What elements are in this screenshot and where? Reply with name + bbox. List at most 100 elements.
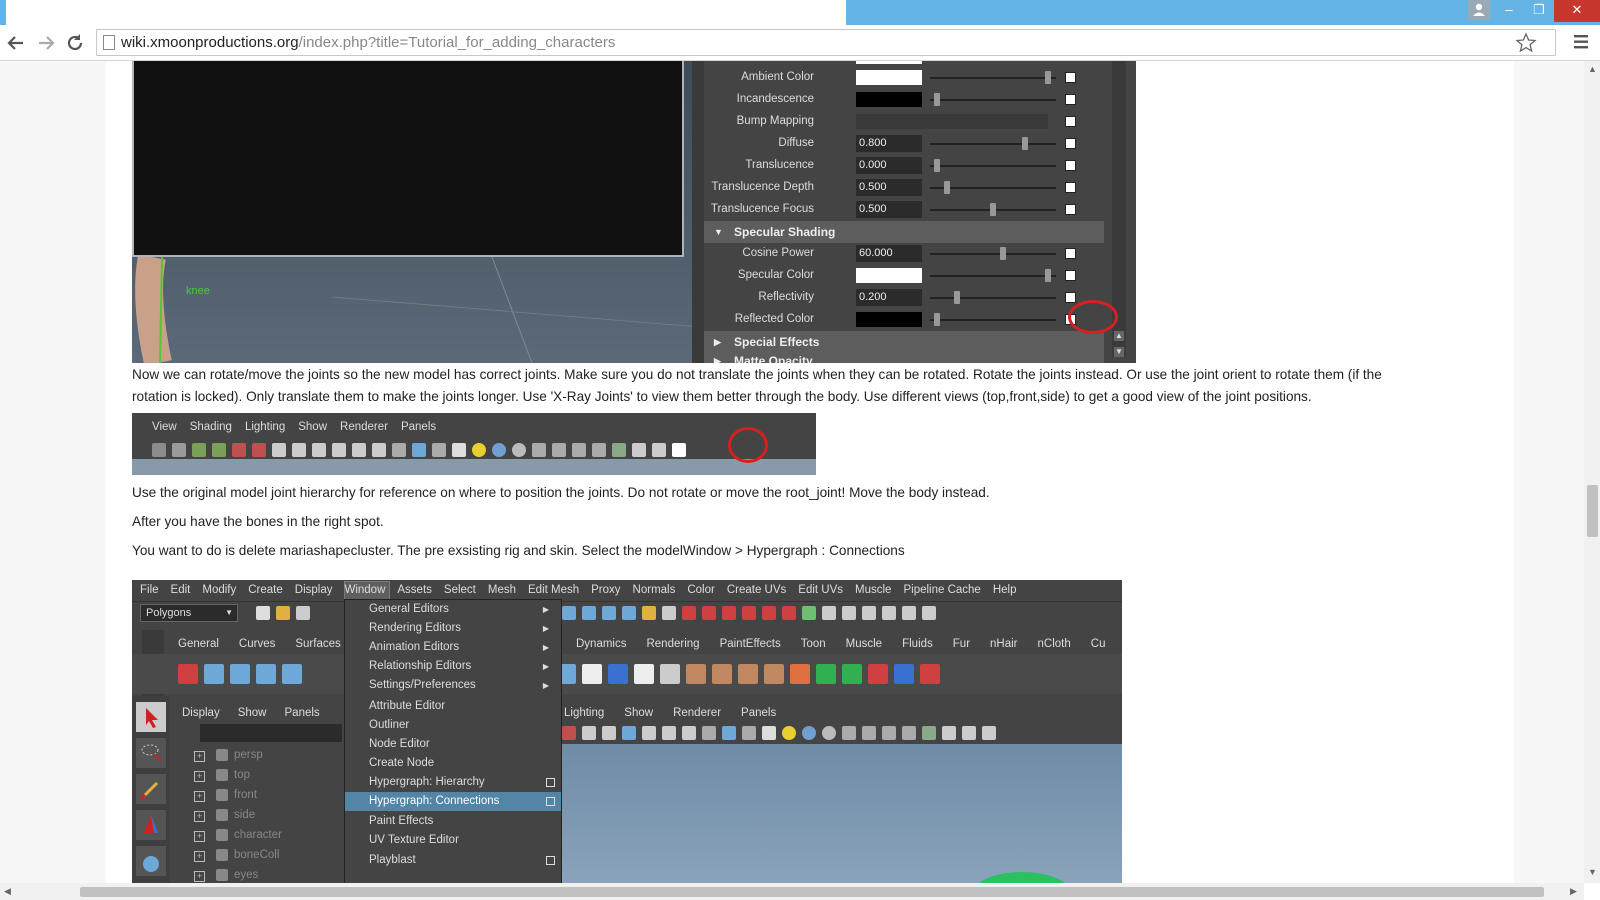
map-button-icon[interactable] <box>1065 116 1076 127</box>
gate-mask-icon[interactable] <box>962 725 976 740</box>
magnet-view-icon[interactable] <box>742 605 756 620</box>
menu-item[interactable]: Panels <box>741 707 776 719</box>
menu-item[interactable]: Show <box>624 707 653 719</box>
shaded-cube-icon[interactable] <box>412 442 426 457</box>
browser-tab[interactable] <box>6 0 846 25</box>
attribute-slider[interactable] <box>930 99 1056 101</box>
isolate-icon[interactable] <box>532 442 546 457</box>
snap-point-icon[interactable] <box>602 605 616 620</box>
attribute-value-field[interactable]: 0.800 <box>856 135 922 152</box>
render-icon[interactable] <box>862 605 876 620</box>
outliner-item[interactable]: + front <box>132 786 344 806</box>
option-box-icon[interactable] <box>546 797 555 806</box>
film-gate-icon[interactable] <box>252 442 266 457</box>
cube-icon[interactable] <box>702 725 716 740</box>
attribute-value-field[interactable]: 0.500 <box>856 201 922 218</box>
shaded-cube-icon[interactable] <box>722 725 736 740</box>
expand-icon[interactable]: + <box>194 831 205 842</box>
outliner-item[interactable]: + character <box>132 826 344 846</box>
color-swatch[interactable] <box>856 268 922 283</box>
paint-weights-icon[interactable] <box>764 664 784 684</box>
slider-handle[interactable] <box>999 247 1006 260</box>
window-menu-item[interactable]: Attribute Editor <box>345 697 561 716</box>
color-swatch[interactable] <box>856 312 922 327</box>
user-profile-icon[interactable] <box>1468 0 1490 20</box>
window-menu-item[interactable]: UV Texture Editor <box>345 831 561 850</box>
slider-handle[interactable] <box>1045 269 1052 282</box>
locator-icon[interactable] <box>842 664 862 684</box>
expand-icon[interactable]: + <box>194 791 205 802</box>
xray-active-icon[interactable] <box>882 725 896 740</box>
character-icon[interactable] <box>282 664 302 684</box>
mode-select[interactable]: Polygons ▼ <box>140 604 238 622</box>
map-button-icon[interactable] <box>1065 138 1076 149</box>
attribute-slider[interactable] <box>930 77 1056 79</box>
expand-icon[interactable]: + <box>194 871 205 882</box>
color-swatch[interactable] <box>856 70 922 85</box>
lock-icon[interactable] <box>642 605 656 620</box>
menu-item[interactable]: Toon <box>801 638 826 650</box>
menu-item[interactable]: Select <box>444 584 476 596</box>
menu-item[interactable]: General <box>178 638 219 650</box>
select-tool-icon[interactable] <box>136 702 166 732</box>
scroll-right-icon[interactable]: ▶ <box>1570 886 1577 897</box>
xray-active-icon[interactable] <box>572 442 586 457</box>
outliner-filter-input[interactable] <box>200 724 342 742</box>
menu-lighting[interactable]: Lighting <box>245 421 285 433</box>
map-button-icon[interactable] <box>1065 160 1076 171</box>
wireframe-icon[interactable] <box>582 725 596 740</box>
menu-view[interactable]: View <box>152 421 177 433</box>
resolution-gate-icon[interactable] <box>942 725 956 740</box>
menu-item[interactable]: Edit UVs <box>798 584 843 596</box>
color-swatch[interactable] <box>856 92 922 107</box>
constraint-icon[interactable] <box>816 664 836 684</box>
grey-sphere-icon[interactable] <box>822 725 836 740</box>
option-box-icon[interactable] <box>546 778 555 787</box>
scroll-left-icon[interactable]: ◀ <box>4 886 11 897</box>
menu-item[interactable]: Normals <box>633 584 676 596</box>
window-menu-item[interactable]: Relationship Editors ▶ <box>345 657 561 676</box>
menu-item[interactable]: Assets <box>397 584 432 596</box>
scroll-up-icon[interactable]: ▲ <box>1588 64 1597 74</box>
menu-item[interactable]: Rendering <box>646 638 699 650</box>
slider-handle[interactable] <box>954 291 960 304</box>
help-icon[interactable] <box>622 605 636 620</box>
option-box-icon[interactable] <box>546 856 555 865</box>
hand-icon[interactable] <box>738 664 758 684</box>
reload-icon[interactable] <box>63 31 87 55</box>
matte-opacity-header[interactable]: ▶ Matte Opacity <box>704 353 1104 363</box>
ik-spline-icon[interactable] <box>230 664 250 684</box>
sphere-icon[interactable] <box>492 442 506 457</box>
xray-joints-icon[interactable] <box>672 442 686 457</box>
face-icon[interactable] <box>712 664 732 684</box>
menu-renderer[interactable]: Renderer <box>340 421 388 433</box>
window-menu-item[interactable]: Hypergraph: Connections <box>345 792 561 811</box>
bump-map-field[interactable] <box>856 114 1048 129</box>
menu-item[interactable]: Window <box>344 584 385 596</box>
menu-shading[interactable]: Shading <box>190 421 232 433</box>
save-scene-icon[interactable] <box>296 605 310 620</box>
scroll-down-icon[interactable]: ▼ <box>1114 347 1124 357</box>
menu-panels[interactable]: Panels <box>401 421 436 433</box>
menu-item[interactable]: Help <box>993 584 1017 596</box>
window-menu-item[interactable]: Node Editor <box>345 735 561 754</box>
window-menu-item[interactable]: Outliner <box>345 716 561 735</box>
attribute-value-field[interactable]: 0.000 <box>856 157 922 174</box>
image-plane-icon[interactable] <box>212 442 226 457</box>
address-bar[interactable]: wiki.xmoonproductions.org/index.php?titl… <box>96 29 1556 56</box>
map-button-icon[interactable] <box>1065 292 1076 303</box>
text-icon[interactable] <box>372 442 386 457</box>
outliner-item[interactable]: + boneColl <box>132 846 344 866</box>
window-menu-item[interactable]: Hypergraph: Hierarchy <box>345 773 561 792</box>
render-settings-icon[interactable] <box>902 605 916 620</box>
star-icon[interactable] <box>1515 32 1537 59</box>
history-icon[interactable] <box>802 605 816 620</box>
menu-item[interactable]: Display <box>295 584 333 596</box>
map-button-icon[interactable] <box>1065 72 1076 83</box>
bind-icon[interactable] <box>634 664 654 684</box>
outliner-item[interactable]: + side <box>132 806 344 826</box>
map-button-icon[interactable] <box>1065 94 1076 105</box>
map-button-icon[interactable] <box>1065 248 1076 259</box>
xray-joints-icon[interactable] <box>982 725 996 740</box>
new-scene-icon[interactable] <box>256 605 270 620</box>
